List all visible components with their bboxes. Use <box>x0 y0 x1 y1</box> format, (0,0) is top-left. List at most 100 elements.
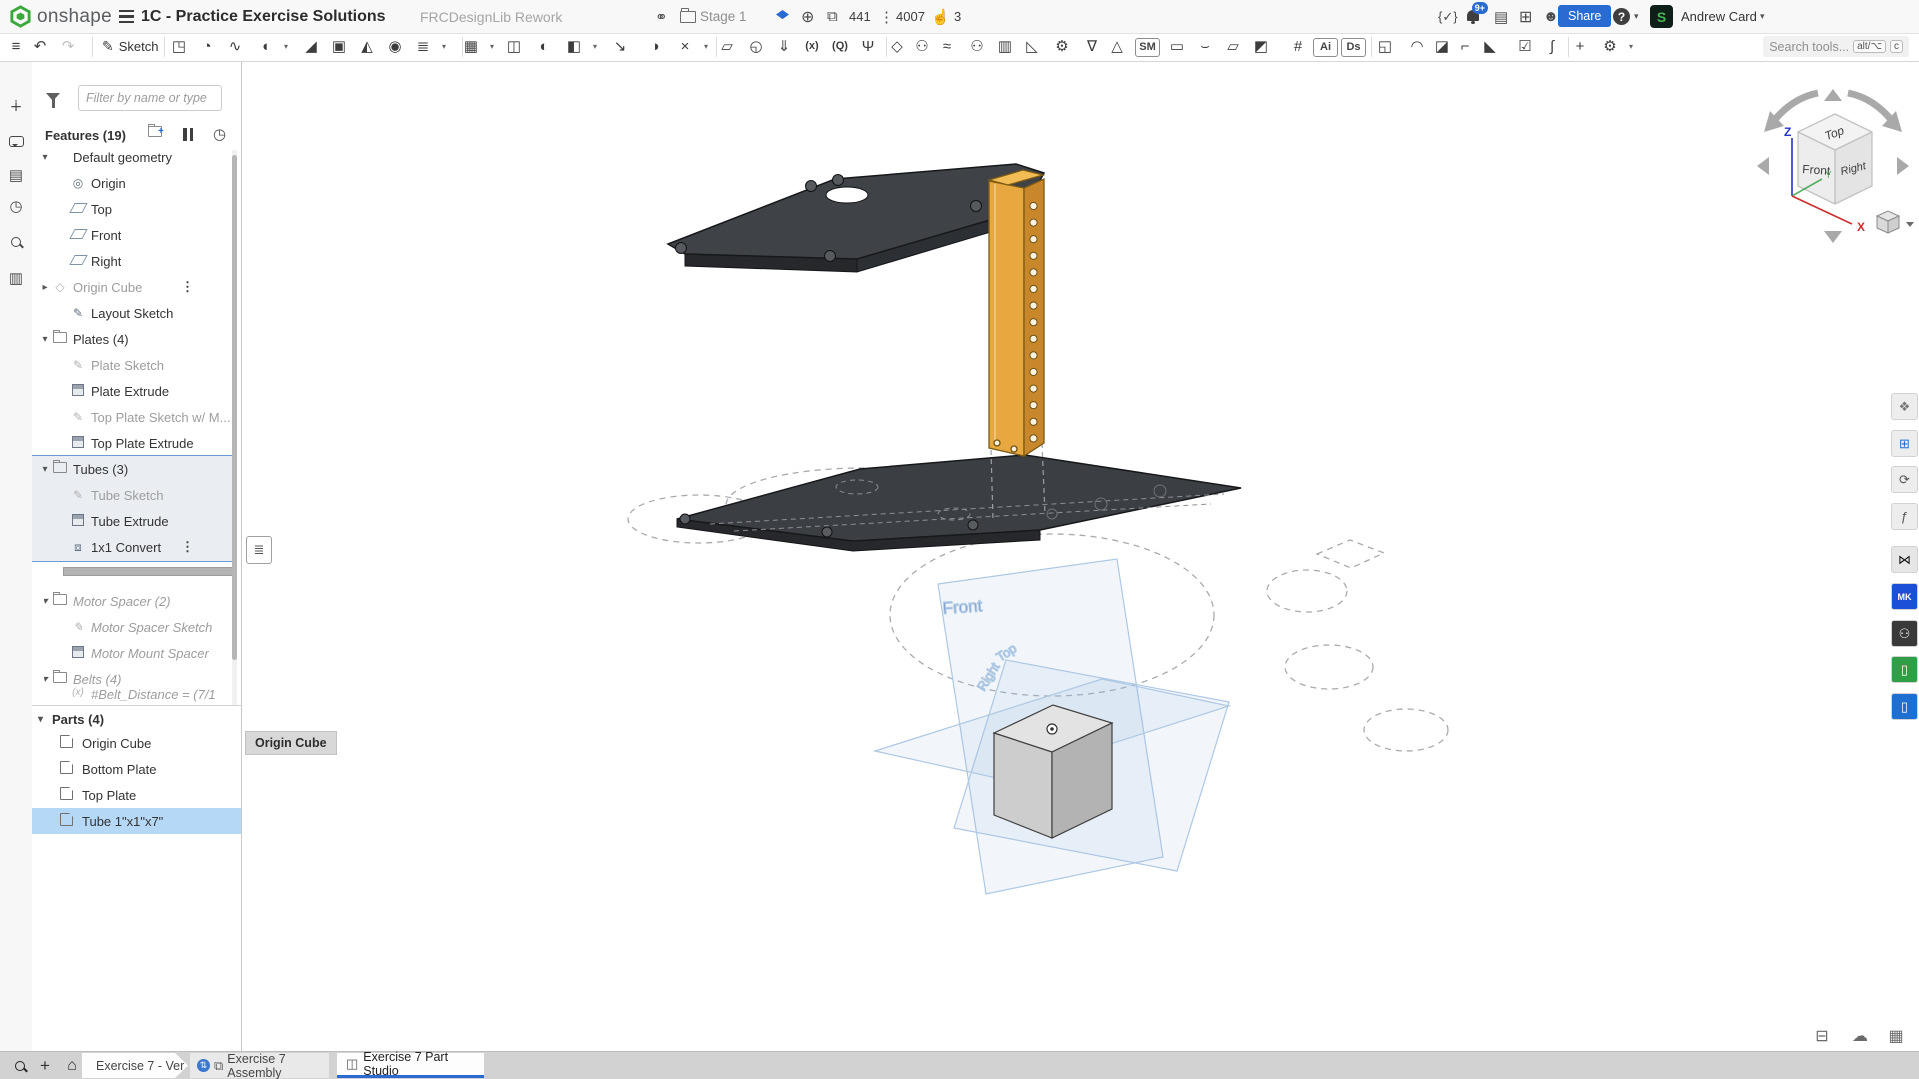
undo-icon[interactable]: ↶ <box>28 35 52 58</box>
tube-part-selected[interactable] <box>986 169 1046 458</box>
filter-input[interactable] <box>78 85 222 111</box>
docs-blue-panel-icon[interactable]: ▯ <box>1891 693 1918 720</box>
validate-icon[interactable]: ☑ <box>1513 35 1537 58</box>
revolve-icon[interactable]: ◔ <box>195 35 219 58</box>
followers-icon[interactable]: ⋮ <box>879 0 894 33</box>
expressions-panel-icon[interactable]: ƒ <box>1891 503 1918 530</box>
finish-icon[interactable]: ◪ <box>1430 35 1454 58</box>
sm-flatten-icon[interactable]: ▭ <box>1165 35 1189 58</box>
bottom-plate-part[interactable] <box>676 454 1242 552</box>
tab-part-studio[interactable]: ◫ Exercise 7 Part Studio <box>337 1050 484 1078</box>
feature-menu-dots-icon[interactable]: ⋮ <box>181 279 194 295</box>
sm-corner-icon[interactable]: ◩ <box>1249 35 1273 58</box>
chevron-right-icon[interactable]: ▸ <box>38 282 52 293</box>
convert-panel-icon[interactable]: ⟳ <box>1891 466 1918 493</box>
robot-feature-a-icon[interactable]: ⚇ <box>910 35 934 58</box>
chevron-down-icon[interactable]: ▾ <box>38 152 52 163</box>
hole-icon[interactable]: ◉ <box>383 35 407 58</box>
dropdown-caret-icon[interactable]: ▾ <box>1629 35 1633 58</box>
feature-item-top-plate-extrude[interactable]: Top Plate Extrude <box>32 430 233 456</box>
graphics-viewport[interactable]: Front Top Right <box>241 61 1919 1052</box>
robot-feature-b-icon[interactable]: ⚇ <box>965 35 989 58</box>
notifications-bell-icon[interactable]: 9+ <box>1467 0 1488 33</box>
feature-item-tubes-3[interactable]: ▾ Tubes (3) <box>32 456 233 482</box>
dropdown-caret-icon[interactable]: ▾ <box>442 35 446 58</box>
offset-surface-icon[interactable]: ◑ <box>643 35 667 58</box>
gusset-feature-icon[interactable]: ◺ <box>1020 35 1044 58</box>
delete-face-icon[interactable]: × ▾ <box>673 35 708 58</box>
support-icon[interactable]: ☻ <box>1543 0 1559 33</box>
derived-icon[interactable]: Ψ <box>856 35 880 58</box>
feature-item-plate-extrude[interactable]: Plate Extrude <box>32 378 233 404</box>
notes-icon[interactable]: ▤ <box>4 164 28 188</box>
origin-cube-part[interactable] <box>992 704 1114 839</box>
routing-icon[interactable]: ∫ <box>1540 35 1564 58</box>
feature-item-layout-sketch[interactable]: ✎ Layout Sketch <box>32 300 233 326</box>
mirror-icon[interactable]: ◫ <box>502 35 526 58</box>
ds-feature-button[interactable]: Ds <box>1341 38 1366 57</box>
tables-icon[interactable]: ▥ <box>4 267 28 291</box>
help-caret-icon[interactable]: ▾ <box>1634 0 1639 33</box>
feature-item-motor-mount-spacer[interactable]: Motor Mount Spacer <box>32 640 233 666</box>
copies-icon[interactable]: ⧉ <box>827 0 838 33</box>
feature-item-plates-4[interactable]: ▾ Plates (4) <box>32 326 233 352</box>
view-mode-button[interactable] <box>1875 210 1914 234</box>
feature-item-origin[interactable]: ◎ Origin <box>32 170 233 196</box>
tasks-checklist-icon[interactable]: ▤ <box>1494 0 1508 33</box>
dropdown-caret-icon[interactable]: ▾ <box>284 35 288 58</box>
rebuild-time-icon[interactable]: ◷ <box>213 125 226 143</box>
avatar[interactable]: S <box>1650 0 1673 33</box>
breadcrumb[interactable]: Stage 1 <box>700 0 747 33</box>
suspend-rebuild-icon[interactable] <box>183 128 193 144</box>
appearance-panel-icon[interactable]: ❖ <box>1891 393 1918 420</box>
linear-pattern-icon[interactable]: ▦ ▾ <box>459 35 494 58</box>
front-plane-label[interactable]: Front <box>941 596 983 619</box>
feature-item-1x1-convert[interactable]: ⧈ 1x1 Convert ⋮ <box>32 534 233 560</box>
origin-marker[interactable] <box>1046 723 1058 735</box>
redo-icon[interactable]: ↷ <box>56 35 80 58</box>
document-title[interactable]: 1C - Practice Exercise Solutions <box>141 0 386 33</box>
insert-icon[interactable]: ∔ <box>4 95 28 119</box>
primitive-cube-icon[interactable]: ◇ <box>885 35 909 58</box>
new-folder-icon[interactable]: + <box>148 123 168 140</box>
move-face-icon[interactable]: ↘ <box>608 35 632 58</box>
tab-assembly[interactable]: ⇅ ⧉ Exercise 7 Assembly <box>190 1052 329 1079</box>
parts-header[interactable]: ▾ Parts (4) <box>32 705 241 732</box>
feature-item-right[interactable]: Right <box>32 248 233 274</box>
cad-grid-panel-icon[interactable]: ⊞ <box>1891 430 1918 457</box>
draft-icon[interactable]: ◭ <box>355 35 379 58</box>
feature-item-tube-extrude[interactable]: Tube Extrude <box>32 508 233 534</box>
dropdown-caret-icon[interactable]: ▾ <box>490 35 494 58</box>
part-item-origin-cube[interactable]: Origin Cube <box>32 730 241 756</box>
belt-feature-icon[interactable]: ≈ <box>935 35 959 58</box>
rollback-bar[interactable] <box>63 567 237 576</box>
variable-icon[interactable]: (x) <box>800 35 824 58</box>
step-feature-icon[interactable]: ⌐ <box>1453 35 1477 58</box>
fold-icon[interactable]: ◱ <box>1373 35 1397 58</box>
home-tab-button[interactable]: ⌂ <box>60 1053 84 1078</box>
featurescript-search-icon[interactable]: (Q) <box>828 35 852 58</box>
share-button[interactable]: Share <box>1558 5 1612 27</box>
link-icon[interactable]: ⚭ <box>655 0 668 33</box>
split-icon[interactable]: ◧ ▾ <box>562 35 597 58</box>
feature-item-motor-spacer-sketch[interactable]: ✎ Motor Spacer Sketch <box>32 614 233 640</box>
user-name[interactable]: Andrew Card <box>1681 0 1757 33</box>
part-item-tube-1-x1-x7[interactable]: Tube 1"x1"x7" <box>32 808 241 834</box>
sweep-icon[interactable]: ∿ <box>223 35 247 58</box>
mkcad-panel-icon[interactable]: MK <box>1891 583 1918 610</box>
comment-icon[interactable] <box>4 129 28 153</box>
thicken-icon[interactable]: ≣ ▾ <box>411 35 446 58</box>
measure-feature-icon[interactable]: △ <box>1105 35 1129 58</box>
plane-icon[interactable]: ▱ <box>715 35 739 58</box>
chevron-down-icon[interactable]: ▾ <box>38 464 52 475</box>
chevron-down-icon[interactable]: ▾ <box>38 714 52 725</box>
filter-feature-icon[interactable]: ∇ <box>1080 35 1104 58</box>
robot-panel-icon[interactable]: ⚇ <box>1891 620 1918 647</box>
butterfly-panel-icon[interactable]: ⋈ <box>1891 546 1918 573</box>
sm-tab-icon[interactable]: ▱ <box>1221 35 1245 58</box>
dropdown-caret-icon[interactable]: ▾ <box>704 35 708 58</box>
main-menu-icon[interactable] <box>119 0 134 33</box>
search-icon[interactable] <box>4 230 28 254</box>
tab-version[interactable]: Exercise 7 - Ver <box>82 1053 188 1078</box>
history-icon[interactable]: ◷ <box>4 195 28 219</box>
